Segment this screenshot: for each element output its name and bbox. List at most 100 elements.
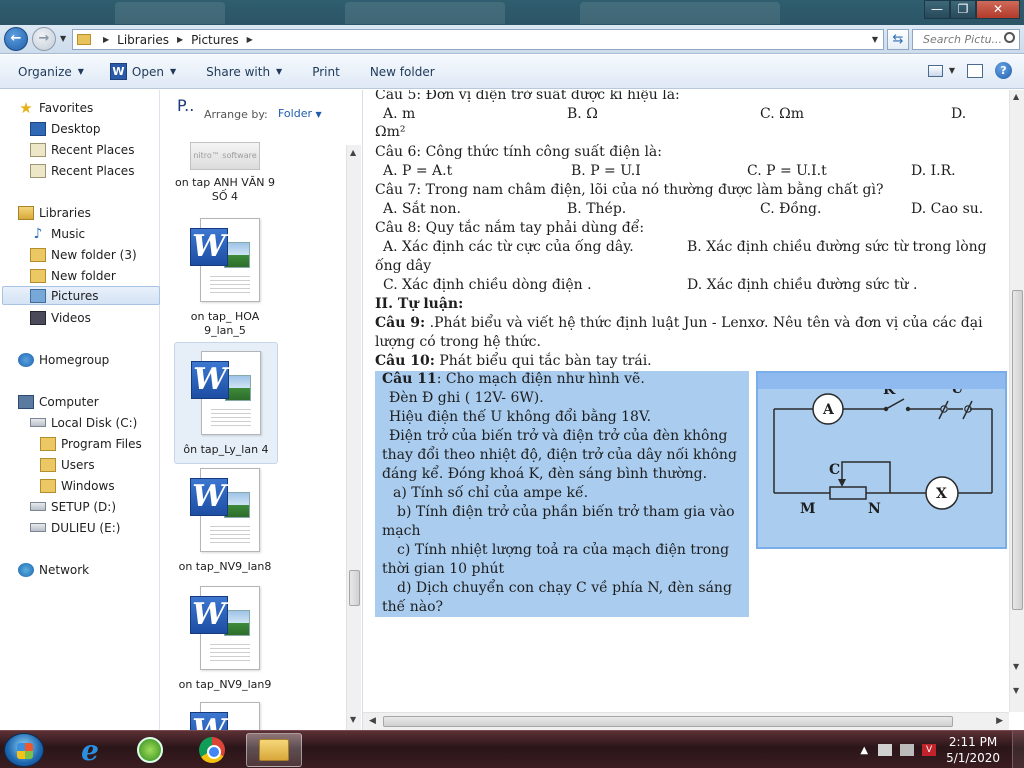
scroll-up-icon[interactable]: ▲ — [1013, 92, 1019, 101]
breadcrumb[interactable]: ▶ Libraries ▶ Pictures ▶ ▼ — [72, 29, 884, 50]
refresh-button[interactable]: ⇆ — [887, 29, 909, 50]
share-with-button[interactable]: Share with ▼ — [206, 65, 282, 79]
chevron-right-icon[interactable]: ▶ — [103, 35, 109, 44]
q8-option-d: D. Xác định chiều đường sức từ . — [687, 277, 918, 293]
chevron-right-icon[interactable]: ▶ — [247, 35, 253, 44]
scroll-right-icon[interactable]: ▶ — [996, 716, 1003, 726]
nav-network[interactable]: Network — [18, 560, 176, 579]
network-tray-icon[interactable] — [878, 744, 893, 756]
word-document-icon: W — [190, 586, 260, 670]
scroll-down-icon[interactable]: ▼ — [350, 715, 356, 724]
open-button[interactable]: W Open ▼ — [109, 63, 176, 80]
file-name: on tap_NV9_lan9 — [178, 678, 272, 691]
homegroup-icon — [18, 352, 34, 367]
background-tab[interactable] — [115, 2, 225, 24]
background-tab[interactable] — [580, 2, 780, 24]
clock-date: 5/1/2020 — [946, 751, 1000, 765]
new-folder-button[interactable]: New folder — [370, 65, 435, 79]
scroll-thumb[interactable] — [1012, 290, 1023, 610]
tray-expand-icon[interactable]: ▲ — [860, 745, 868, 756]
show-desktop-button[interactable] — [1012, 731, 1024, 768]
scroll-up-icon[interactable]: ▲ — [350, 148, 356, 157]
preview-pane-icon[interactable] — [967, 63, 983, 78]
nav-label: Pictures — [51, 288, 99, 303]
recent-places-icon — [30, 163, 46, 178]
nav-label: Users — [61, 457, 95, 472]
organize-label: Organize — [18, 64, 72, 79]
question-8: Câu 8: Quy tắc nắm tay phải dùng để: — [375, 220, 645, 236]
breadcrumb-libraries[interactable]: Libraries — [117, 33, 169, 47]
preview-vertical-scrollbar[interactable]: ▲ ▼ ▼ — [1009, 90, 1024, 712]
minimize-button[interactable]: — — [924, 0, 950, 19]
q5-option-c: C. Ωm — [760, 106, 804, 122]
file-list-scrollbar[interactable]: ▲ ▼ — [346, 145, 361, 730]
terminal-m-label: M — [800, 501, 816, 517]
change-view-icon[interactable] — [927, 64, 943, 77]
organize-button[interactable]: Organize ▼ — [18, 65, 84, 79]
file-item[interactable]: W on tap_NV9_lan8 — [170, 468, 280, 574]
background-tab[interactable] — [345, 2, 505, 24]
nav-label: Homegroup — [39, 352, 110, 367]
nav-label: Network — [39, 562, 90, 577]
file-item[interactable]: W on tap_NV9_lan9 — [170, 586, 280, 692]
recent-pages-icon[interactable]: ▼ — [60, 34, 66, 43]
question-6: Câu 6: Công thức tính công suất điện là: — [375, 144, 662, 160]
taskbar-ie[interactable]: e — [62, 733, 118, 767]
maximize-button[interactable]: ❐ — [950, 0, 976, 19]
file-item[interactable]: nitro™ software on tap ANH VĂN 9 SỐ 4 — [170, 142, 280, 204]
file-item[interactable]: W — [170, 702, 280, 730]
start-button[interactable] — [4, 733, 44, 767]
print-button[interactable]: Print — [312, 65, 340, 79]
search-input[interactable]: Search Pictu... — [912, 29, 1020, 50]
scroll-down-icon[interactable]: ▼ — [1013, 686, 1019, 695]
address-bar: ← → ▼ ▶ Libraries ▶ Pictures ▶ ▼ ⇆ Searc… — [0, 25, 1024, 54]
forward-button[interactable]: → — [32, 27, 56, 51]
taskbar-chrome[interactable] — [184, 733, 240, 767]
arrange-by-dropdown[interactable]: Folder ▼ — [278, 107, 322, 120]
breadcrumb-pictures[interactable]: Pictures — [191, 33, 239, 47]
antivirus-tray-icon[interactable]: V — [922, 744, 937, 756]
file-item-selected[interactable]: W ôn tap_Ly_lan 4 — [174, 342, 278, 464]
file-name: on tap ANH VĂN 9 SỐ 4 — [174, 176, 276, 203]
back-button[interactable]: ← — [4, 27, 28, 51]
word-document-icon: W — [191, 351, 261, 435]
nav-label: Recent Places — [51, 142, 135, 157]
question-10: Câu 10: Phát biểu qui tắc bàn tay trái. — [375, 352, 652, 370]
preview-horizontal-scrollbar[interactable]: ◀ ▶ — [363, 712, 1009, 730]
nav-pictures[interactable]: Pictures — [2, 286, 160, 305]
scroll-thumb[interactable] — [383, 716, 953, 727]
switch-contact — [883, 406, 889, 412]
q9-text: .Phát biểu và viết hệ thức định luật Jun… — [425, 315, 983, 331]
help-icon[interactable]: ? — [995, 62, 1012, 79]
scroll-thumb[interactable] — [349, 570, 360, 606]
recent-places-icon — [30, 142, 46, 157]
scroll-down-icon[interactable]: ▼ — [1013, 662, 1019, 671]
nav-libraries[interactable]: Libraries — [18, 203, 176, 222]
file-name: on tap_NV9_lan8 — [178, 560, 272, 573]
nav-label: Program Files — [61, 436, 142, 451]
nav-label: New folder (3) — [51, 247, 137, 262]
taskbar-explorer[interactable] — [246, 733, 302, 767]
action-center-icon[interactable] — [900, 744, 915, 756]
nitro-thumbnail: nitro™ software — [190, 142, 260, 170]
file-item[interactable]: W on tap_ HOA 9_lan_5 — [170, 218, 280, 338]
chevron-down-icon[interactable]: ▼ — [949, 66, 955, 75]
nav-computer[interactable]: Computer — [18, 392, 176, 411]
q6-option-c: C. P = U.I.t — [747, 163, 827, 179]
nav-homegroup[interactable]: Homegroup — [18, 350, 176, 369]
disk-icon — [30, 523, 46, 532]
chevron-down-icon[interactable]: ▼ — [872, 35, 878, 44]
taskbar-coccoc[interactable] — [122, 733, 178, 767]
clock[interactable]: 2:11 PM 5/1/2020 — [946, 734, 1000, 766]
close-button[interactable]: ✕ — [976, 0, 1020, 19]
scroll-left-icon[interactable]: ◀ — [369, 716, 376, 726]
nav-label: Desktop — [51, 121, 101, 136]
section-heading: II. Tự luận: — [375, 296, 464, 312]
search-icon — [1004, 32, 1015, 43]
computer-icon — [18, 394, 34, 409]
nav-favorites[interactable]: ★ Favorites — [18, 98, 176, 117]
word-document-icon: W — [190, 218, 260, 302]
disk-icon — [30, 418, 46, 427]
chevron-right-icon[interactable]: ▶ — [177, 35, 183, 44]
word-document-icon: W — [190, 468, 260, 552]
